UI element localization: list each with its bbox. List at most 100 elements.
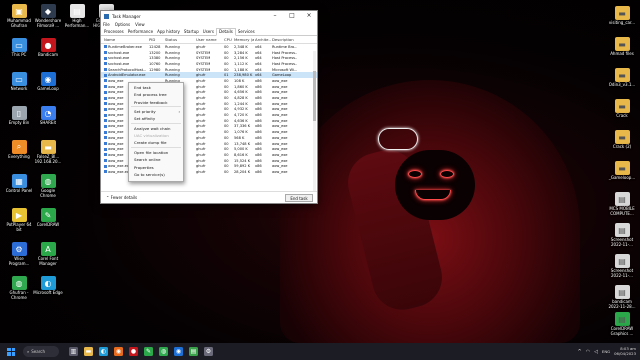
desktop-icon[interactable]: ◍ Ghufran - Chrome (4, 276, 34, 300)
context-menu-item[interactable]: Set affinity (129, 115, 183, 122)
context-menu-label: Properties (134, 164, 154, 170)
desktop-icon-label: FalseZ_Bl... 192.168.20... (34, 154, 62, 164)
file-explorer-icon[interactable]: ▬ (84, 347, 93, 356)
desktop-icon[interactable]: ▤ CorelDRAW Graphics ... (607, 312, 637, 336)
desktop-icon[interactable]: ▬ visiting_car... (607, 6, 637, 26)
desktop-icon[interactable]: ◐ Microsoft Edge (33, 276, 63, 296)
task-view-icon[interactable]: ▥ (69, 347, 78, 356)
desktop-icon[interactable]: ◆ Wondershare Filmora9 ... (33, 4, 63, 28)
desktop-icon[interactable]: ▤ High Performan... (62, 4, 92, 28)
clock[interactable]: 8:03 am 06/04/2023 (614, 346, 636, 357)
desktop-icon[interactable]: ⚙ Wise Program... (4, 242, 34, 266)
desktop-icon[interactable]: ▭ This PC (4, 38, 34, 58)
maximize-button[interactable]: □ (284, 11, 300, 21)
column-header[interactable]: Archite... (254, 37, 271, 42)
start-button[interactable] (7, 347, 15, 356)
context-menu-item[interactable]: Open file location (129, 149, 183, 156)
context-menu-item[interactable]: Provide feedback (129, 99, 183, 106)
desktop-icon[interactable]: ▬ Crack (2) (607, 130, 637, 150)
task-manager-icon[interactable]: ▤ (189, 347, 198, 356)
minimize-button[interactable]: – (267, 11, 283, 21)
search-box[interactable]: ⌕ Search (23, 346, 59, 357)
desktop-icon[interactable]: ◔ SHAREit (33, 106, 63, 126)
tab-performance[interactable]: Performance (126, 29, 155, 35)
context-menu-item[interactable]: Search online (129, 156, 183, 163)
fewer-details-link[interactable]: ⌃ Fewer details (106, 195, 137, 200)
column-header[interactable]: Memory (a... (233, 37, 254, 42)
table-row[interactable]: svchost.exe 13200 Running SYSTEM 00 3,284 K x6… (101, 50, 317, 56)
tab-details[interactable]: Details (215, 28, 236, 36)
cell-arch: x86 (255, 147, 262, 152)
menu-view[interactable]: View (135, 22, 145, 27)
wifi-icon[interactable]: ◠ (586, 349, 590, 355)
tab-users[interactable]: Users (201, 29, 216, 35)
tab-startup[interactable]: Startup (182, 29, 201, 35)
table-row[interactable]: svchost.exe 13380 Running SYSTEM 00 2,156 K x6… (101, 55, 317, 61)
desktop-icon[interactable]: ▯ Empty Bin (4, 106, 34, 126)
table-row[interactable]: AndroidEmulator.exe Running ghufr 01 238,980… (101, 72, 317, 79)
desktop-icon[interactable]: ▭ Network (4, 72, 34, 92)
context-menu-item[interactable]: Analyze wait chain (129, 125, 183, 132)
column-header[interactable]: CPU (223, 37, 233, 42)
tab-app-history[interactable]: App history (155, 29, 182, 35)
desktop-icon[interactable]: ▤ bandicam 2022-11-28... (607, 285, 637, 309)
desktop-icon[interactable]: ◍ Google Chrome (33, 174, 63, 198)
chrome-icon[interactable]: ◍ (159, 347, 168, 356)
column-header[interactable]: User name (195, 37, 223, 42)
settings-icon[interactable]: ⚙ (204, 347, 213, 356)
desktop-icon[interactable]: ▤ Screenshot 2022-11-... (607, 254, 637, 278)
column-header[interactable]: Description (271, 37, 297, 42)
desktop-icon[interactable]: ▦ Control Panel (4, 174, 34, 194)
desktop-icon[interactable]: A Corel Font Manager (33, 242, 63, 266)
desktop-icon-label: Muhammad Ghufran (7, 18, 31, 28)
vertical-scrollbar[interactable] (313, 51, 316, 191)
desktop-icon[interactable]: ▶ PotPlayer 64 bit (4, 208, 34, 232)
gameloop-icon[interactable]: ◉ (174, 347, 183, 356)
table-row[interactable]: SearchProtocolHost... 12980 Running SYSTEM 0… (101, 67, 317, 73)
bandicam-icon[interactable]: ● (129, 347, 138, 356)
desktop-icon[interactable]: ● Bandicam (33, 38, 63, 58)
desktop-icon-label: Bandicam (38, 52, 58, 57)
desktop-icon[interactable]: ▬ Ahmad files (607, 37, 637, 57)
chevron-up-icon[interactable]: ^ (577, 349, 581, 355)
desktop-icon[interactable]: ◉ GameLoop (33, 72, 63, 92)
menu-file[interactable]: File (103, 22, 110, 27)
context-menu-item[interactable]: Create dump file (129, 139, 183, 146)
desktop-icon[interactable]: ▬ Odin3_v3.1... (607, 68, 637, 88)
scrollbar-thumb[interactable] (313, 71, 316, 121)
context-menu-item[interactable]: End process tree (129, 91, 183, 98)
close-button[interactable]: × (301, 11, 317, 21)
context-menu-item[interactable]: End task (129, 84, 183, 91)
desktop-icon[interactable]: ▬ _Gameloop... (607, 161, 637, 181)
speaker-icon[interactable]: ◁ (594, 349, 598, 355)
desktop-icon-label: PotPlayer 64 bit (6, 222, 32, 232)
cell-cpu: 00 (224, 84, 229, 89)
table-row[interactable]: RuntimeBroker.exe 12428 Running ghufr 00 2,34… (101, 44, 317, 50)
tab-processes[interactable]: Processes (102, 29, 126, 35)
menu-options[interactable]: Options (115, 22, 130, 27)
desktop-icon[interactable]: ✎ CorelDRAW (33, 208, 63, 228)
column-header[interactable]: Status (164, 37, 195, 42)
context-menu-item[interactable]: Set priority › (129, 108, 183, 115)
context-menu-item[interactable]: Properties (129, 164, 183, 171)
coreldraw-icon[interactable]: ✎ (144, 347, 153, 356)
desktop-icon[interactable]: ▤ MCS MOBILE COMPUTE... (607, 192, 637, 216)
cell-user: ghufr (196, 90, 206, 95)
desktop-icon[interactable]: ▬ FalseZ_Bl... 192.168.20... (33, 140, 63, 164)
table-row[interactable]: svchost.exe 10760 Running SYSTEM 00 1,112 K x6… (101, 61, 317, 67)
desktop-icon[interactable]: ▣ Muhammad Ghufran (4, 4, 34, 28)
column-header[interactable]: Name (101, 37, 148, 42)
title-bar[interactable]: Task Manager – □ × (101, 11, 317, 21)
language-indicator[interactable]: ENG (602, 349, 610, 354)
folder-icon: ▬ (614, 130, 630, 144)
column-header[interactable]: PID (148, 37, 164, 42)
end-task-button[interactable]: End task (285, 194, 313, 202)
tab-services[interactable]: Services (236, 29, 257, 35)
desktop-icon[interactable]: ▬ Crack (607, 99, 637, 119)
firefox-icon[interactable]: ◉ (114, 347, 123, 356)
desktop-icon[interactable]: ▤ Screenshot 2022-11-... (607, 223, 637, 247)
context-menu-item[interactable]: Go to service(s) (129, 171, 183, 178)
desktop-icon[interactable]: ⌕ Everything (4, 140, 34, 160)
cell-name-text: aow_exe (108, 147, 124, 152)
edge-icon[interactable]: ◐ (99, 347, 108, 356)
